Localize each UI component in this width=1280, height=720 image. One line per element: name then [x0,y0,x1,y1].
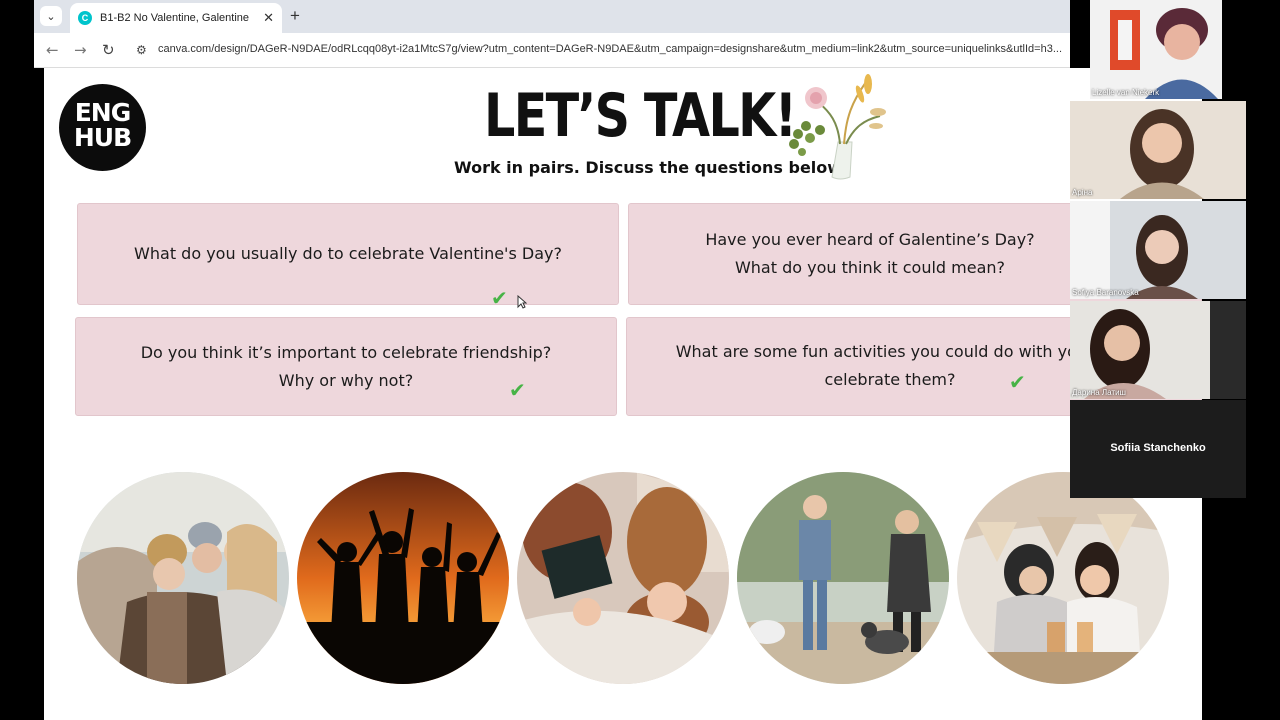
slide-title: LET’S TALK! [484,81,797,151]
reload-icon[interactable]: ↻ [102,41,115,59]
participant-name: Sofiya Baranovska [1072,288,1139,297]
browser-tab-active[interactable]: C B1-B2 No Valentine, Galentine ✕ [70,3,282,33]
participant-video-2[interactable]: Аріна [1070,101,1246,199]
tab-close-icon[interactable]: ✕ [263,11,274,26]
browser-tab-strip: ⌄ C B1-B2 No Valentine, Galentine ✕ + [34,0,1070,33]
site-settings-icon[interactable]: ⚙ [136,43,147,57]
logo-line-2: HUB [73,123,132,152]
tab-search-chevron-icon[interactable]: ⌄ [40,6,62,26]
canva-favicon-icon: C [78,11,92,25]
question-4-line-2: celebrate them? [824,370,956,389]
participant-tile-5[interactable]: Sofiia Stanchenko [1070,400,1246,498]
tab-title: B1-B2 No Valentine, Galentine [100,12,249,24]
address-bar-url[interactable]: canva.com/design/DAGeR-N9DAE/odRLcqq08yt… [158,43,1068,55]
question-2-line-1: Have you ever heard of Galentine’s Day? [705,230,1035,249]
mouse-cursor-icon [517,295,527,309]
question-4-line-1: What are some fun activities you could d… [675,342,1105,361]
new-tab-plus-icon[interactable]: + [290,6,300,26]
screen: ⌄ C B1-B2 No Valentine, Galentine ✕ + ← … [0,0,1280,720]
checkmark-icon: ✔ [509,378,526,402]
photo-silhouettes-sunset [297,472,509,684]
photo-friends-cafe [957,472,1169,684]
checkmark-icon: ✔ [491,286,508,310]
browser-toolbar: ← → ↻ ⚙ canva.com/design/DAGeR-N9DAE/odR… [34,33,1070,68]
forward-arrow-icon[interactable]: → [74,41,87,59]
participant-name: Дарина Латиш [1072,388,1126,397]
question-3-line-1: Do you think it’s important to celebrate… [140,342,552,362]
photo-friends-reading [517,472,729,684]
question-card-1: What do you usually do to celebrate Vale… [77,203,619,305]
participant-name: Lizelle van Niekerk [1092,88,1160,97]
eng-hub-logo: ENG HUB [59,84,146,171]
question-2-line-2: What do you think it could mean? [734,258,1006,277]
participant-video-3[interactable]: Sofiya Baranovska [1070,201,1246,299]
question-3-line-2: Why or why not? [278,370,414,390]
participant-video-1[interactable]: Lizelle van Niekerk [1090,0,1222,99]
checkmark-icon: ✔ [1009,370,1026,394]
participant-name: Аріна [1072,188,1093,197]
question-1-line-1: What do you usually do to celebrate Vale… [134,244,562,263]
flower-vase-illustration [789,74,886,180]
question-card-3: Do you think it’s important to celebrate… [75,317,617,416]
photo-friends-hugging [77,472,289,684]
participant-name: Sofiia Stanchenko [1110,442,1206,454]
presentation-slide: ENG HUB LET’S TALK! Work in pairs. Discu… [44,68,1202,720]
logo-line-1: ENG [74,98,132,127]
photo-friends-walking-dogs [737,472,949,684]
back-arrow-icon[interactable]: ← [46,41,59,59]
participant-video-4[interactable]: Дарина Латиш [1070,301,1246,399]
